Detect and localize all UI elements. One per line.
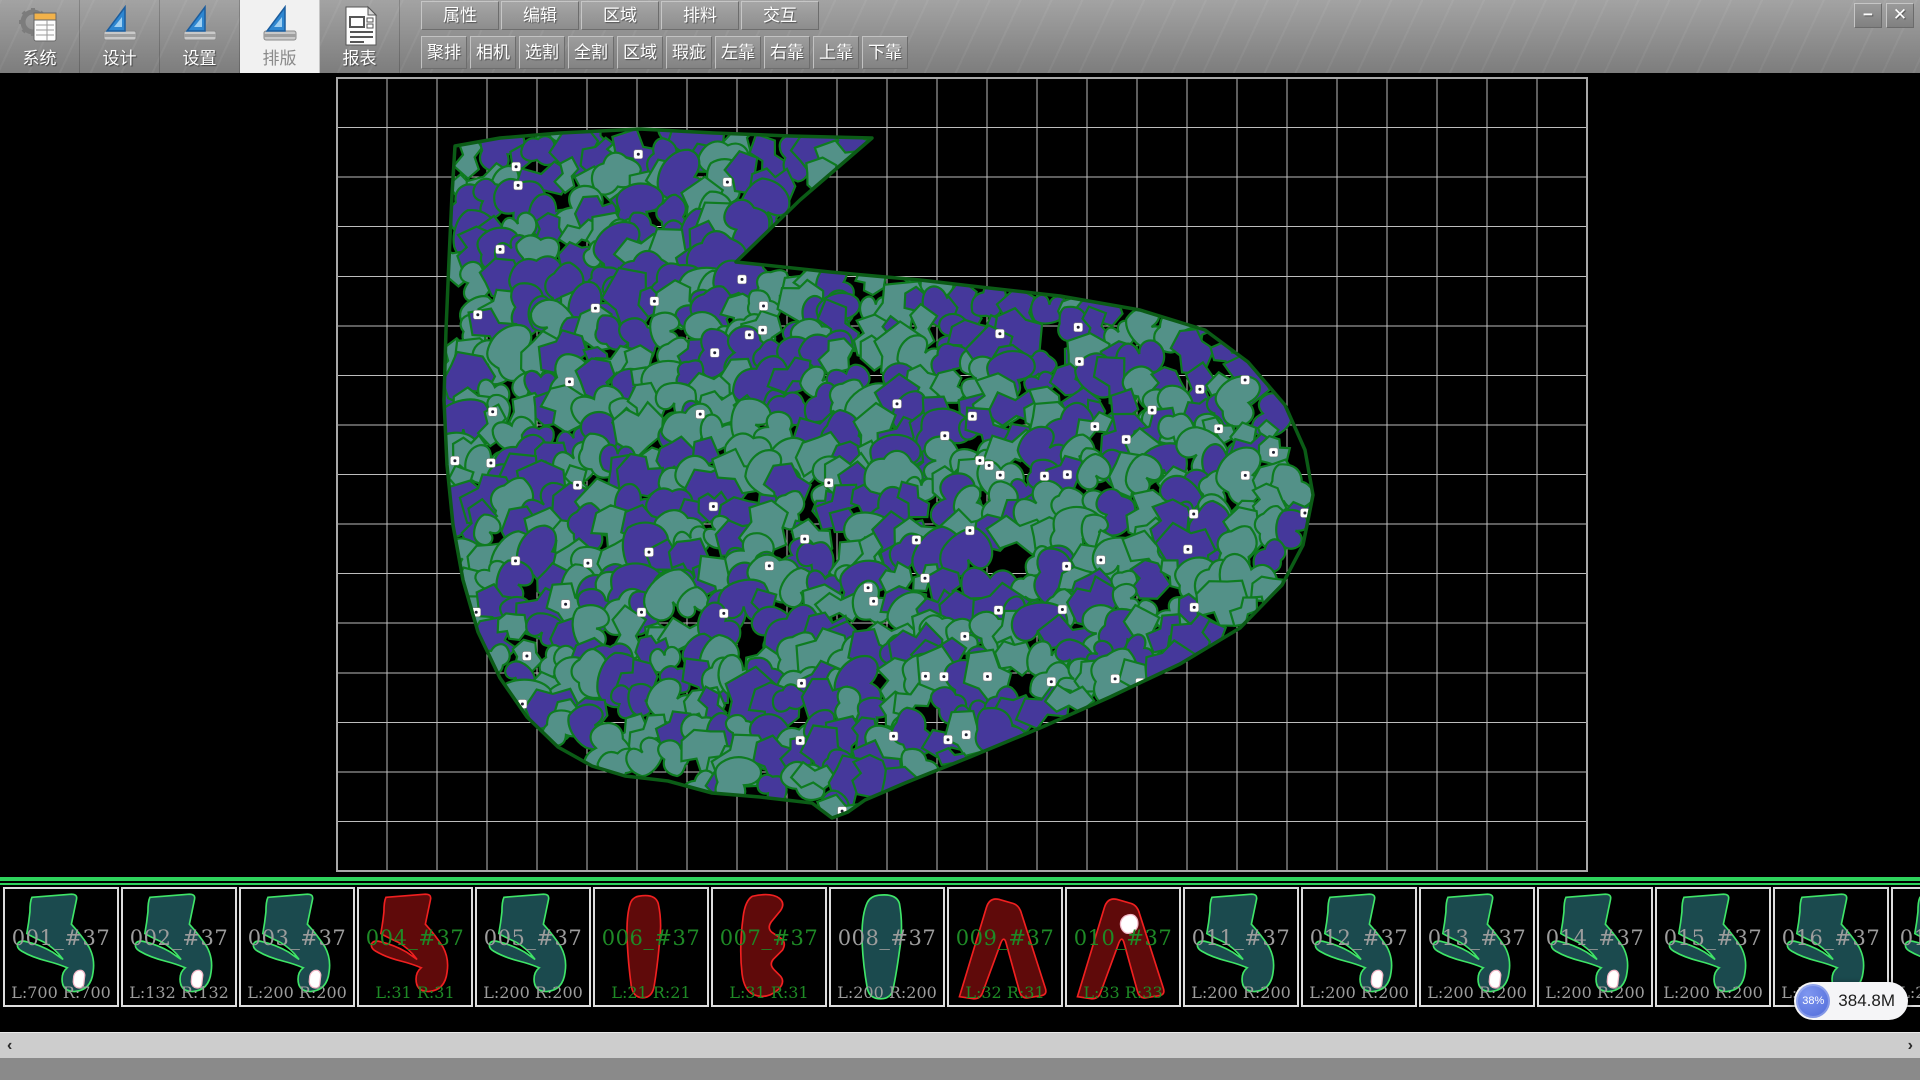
nesting-canvas[interactable] [0,73,1920,877]
system-icon [18,4,62,48]
menu-button[interactable]: 交互 [741,1,819,30]
tab-label: 报表 [343,48,377,70]
progress-badge: 38% 384.8M [1794,982,1908,1020]
piece-shape-svg [595,889,707,1005]
piece-thumbnails: 001_#37L:700 R:700002_#37L:132 R:132003_… [3,887,1920,1007]
tool-button[interactable]: 全割 [568,36,614,69]
menu-button[interactable]: 编辑 [501,1,579,30]
piece-thumbnail-007[interactable]: 007_#37L:31 R:31 [711,887,827,1007]
piece-thumbnail-008[interactable]: 008_#37L:200 R:200 [829,887,945,1007]
piece-thumbnail-009[interactable]: 009_#37L:32 R:31 [947,887,1063,1007]
piece-thumbnail-011[interactable]: 011_#37L:200 R:200 [1183,887,1299,1007]
horizontal-scrollbar[interactable]: ‹ › [0,1032,1920,1059]
tool-button[interactable]: 上靠 [813,36,859,69]
progress-circle: 38% [1796,984,1830,1018]
tool-button[interactable]: 聚排 [421,36,467,69]
window-controls: − ✕ [1854,3,1914,28]
piece-thumbnail-010[interactable]: 010_#37L:33 R:33 [1065,887,1181,1007]
tab-label: 系统 [23,48,57,70]
status-bar [0,1058,1920,1080]
main-tabs: 系统 设计 设置 排版 报表 [0,0,400,73]
tool-button[interactable]: 下靠 [862,36,908,69]
piece-thumbnail-005[interactable]: 005_#37L:200 R:200 [475,887,591,1007]
layout-icon [258,4,302,48]
piece-shape-svg [1657,889,1769,1005]
piece-shape-svg [123,889,235,1005]
tab-system[interactable]: 系统 [0,0,80,73]
tab-label: 设计 [103,48,137,70]
tab-settings[interactable]: 设置 [160,0,240,73]
piece-shape-svg [949,889,1061,1005]
menu-button[interactable]: 属性 [421,1,499,30]
piece-thumbnail-013[interactable]: 013_#37L:200 R:200 [1419,887,1535,1007]
scroll-right-arrow[interactable]: › [1908,1033,1913,1059]
piece-shape-svg [713,889,825,1005]
piece-thumbnail-006[interactable]: 006_#37L:21 R:21 [593,887,709,1007]
nesting-layout-svg [0,73,1920,877]
menu-row-2: 聚排相机选割全割区域瑕疵左靠右靠上靠下靠 [421,36,911,69]
scroll-left-arrow[interactable]: ‹ [7,1033,12,1059]
pieces-strip: 001_#37L:700 R:700002_#37L:132 R:132003_… [0,877,1920,1010]
menu-row-1: 属性编辑区域排料交互 [421,1,821,30]
tool-button[interactable]: 选割 [519,36,565,69]
piece-shape-svg [5,889,117,1005]
piece-shape-svg [831,889,943,1005]
menu-button[interactable]: 区域 [581,1,659,30]
minimize-button[interactable]: − [1854,3,1882,28]
piece-thumbnail-014[interactable]: 014_#37L:200 R:200 [1537,887,1653,1007]
memory-label: 384.8M [1838,991,1895,1011]
piece-shape-svg [477,889,589,1005]
piece-shape-svg [241,889,353,1005]
design-icon [98,4,142,48]
strip-divider-line [0,877,1920,885]
close-button[interactable]: ✕ [1886,3,1914,28]
toolbar: 系统 设计 设置 排版 报表 属性编辑区域排料交互 聚排相机选割全割区域瑕疵左靠… [0,0,1920,74]
piece-thumbnail-002[interactable]: 002_#37L:132 R:132 [121,887,237,1007]
piece-shape-svg [1067,889,1179,1005]
tool-button[interactable]: 相机 [470,36,516,69]
piece-thumbnail-015[interactable]: 015_#37L:200 R:200 [1655,887,1771,1007]
piece-shape-svg [359,889,471,1005]
tab-report[interactable]: 报表 [320,0,400,73]
tab-design[interactable]: 设计 [80,0,160,73]
piece-thumbnail-003[interactable]: 003_#37L:200 R:200 [239,887,355,1007]
piece-shape-svg [1539,889,1651,1005]
piece-thumbnail-001[interactable]: 001_#37L:700 R:700 [3,887,119,1007]
tool-button[interactable]: 区域 [617,36,663,69]
report-icon [338,4,382,48]
piece-thumbnail-004[interactable]: 004_#37L:31 R:31 [357,887,473,1007]
piece-shape-svg [1421,889,1533,1005]
menu-button[interactable]: 排料 [661,1,739,30]
tool-button[interactable]: 右靠 [764,36,810,69]
piece-shape-svg [1185,889,1297,1005]
tool-button[interactable]: 瑕疵 [666,36,712,69]
tab-layout[interactable]: 排版 [240,0,320,73]
tool-button[interactable]: 左靠 [715,36,761,69]
tab-label: 设置 [183,48,217,70]
piece-shape-svg [1303,889,1415,1005]
settings-icon [178,4,222,48]
tab-label: 排版 [263,48,297,70]
piece-thumbnail-012[interactable]: 012_#37L:200 R:200 [1301,887,1417,1007]
app-window: 系统 设计 设置 排版 报表 属性编辑区域排料交互 聚排相机选割全割区域瑕疵左靠… [0,0,1920,1080]
